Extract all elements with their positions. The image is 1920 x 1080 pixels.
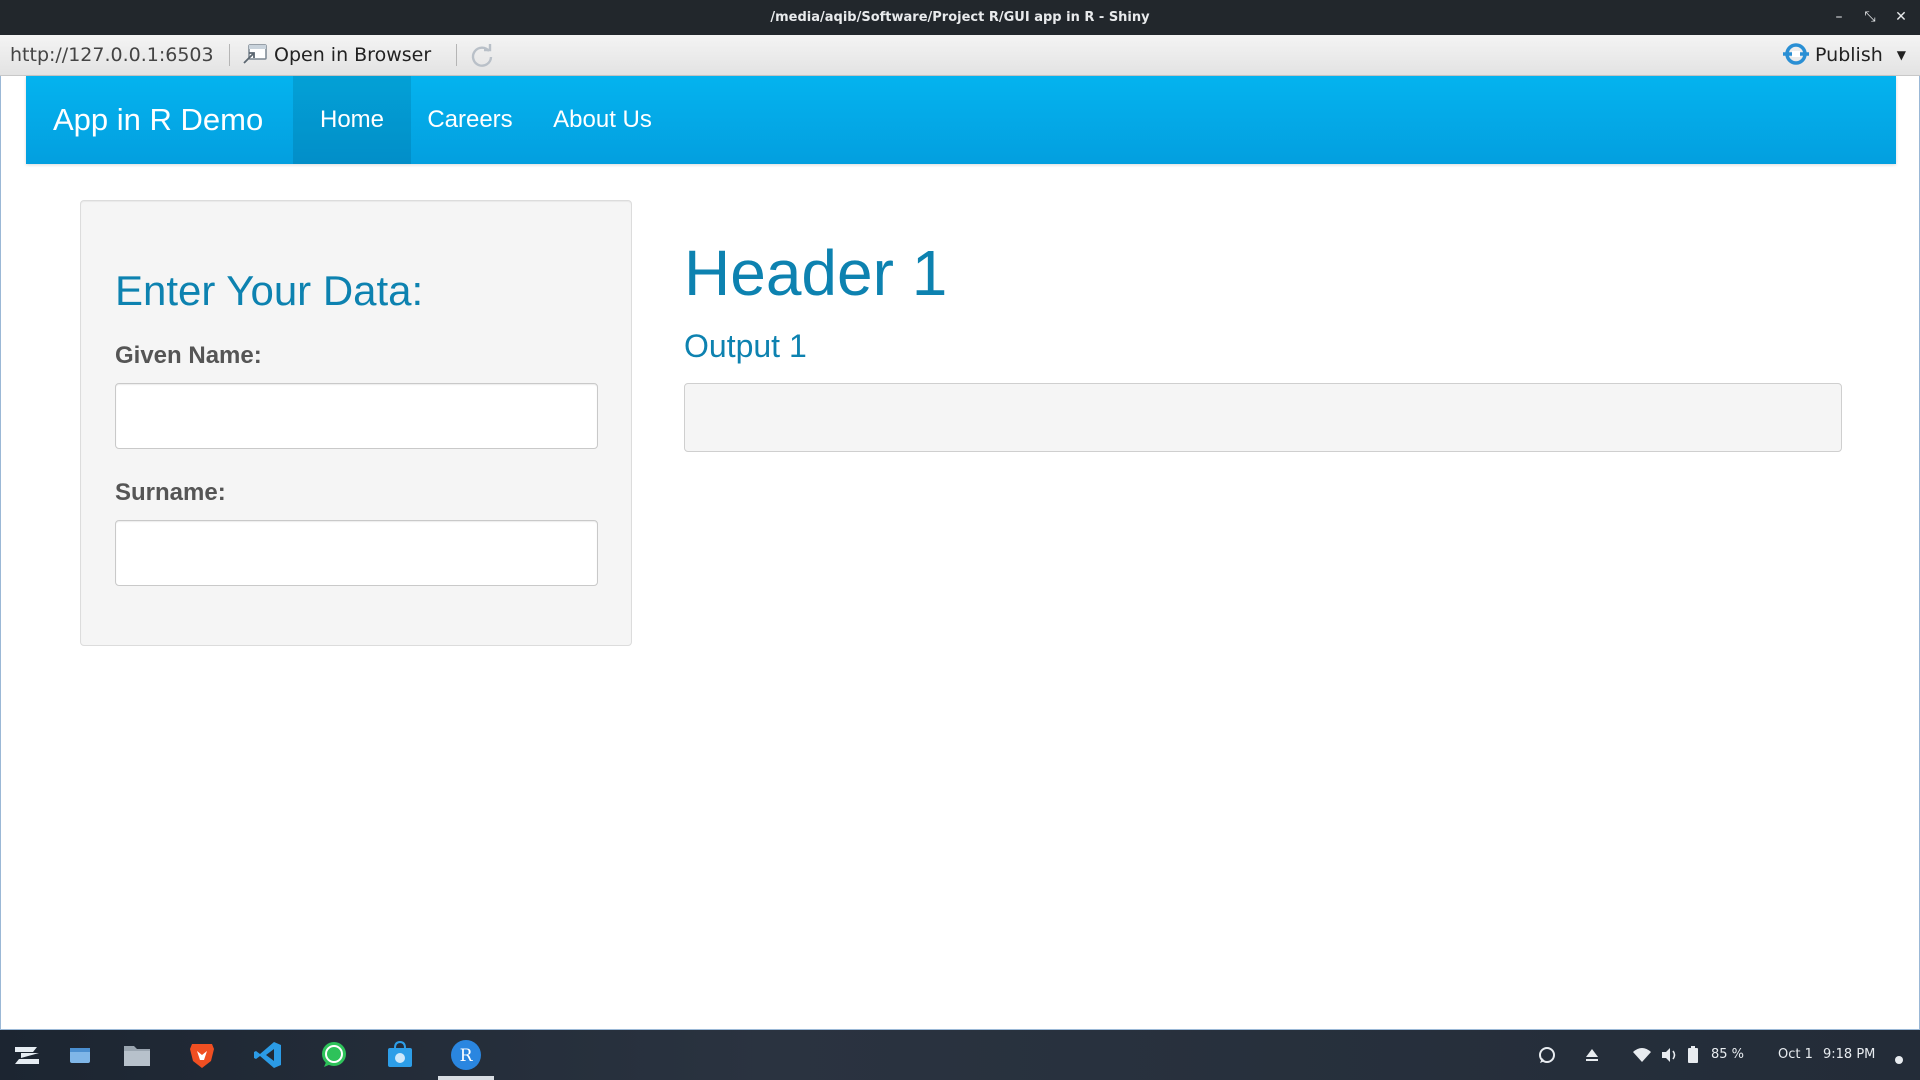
shiny-app-viewport: App in R Demo Home Careers About Us Ente…	[0, 76, 1920, 1030]
window-titlebar: /media/aqib/Software/Project R/GUI app i…	[0, 0, 1920, 35]
viewer-toolbar: http://127.0.0.1:6503 Open in Browser Pu…	[0, 35, 1920, 76]
main-header: Header 1	[684, 237, 948, 309]
battery-icon[interactable]	[1686, 1045, 1700, 1065]
output-heading: Output 1	[684, 328, 807, 364]
store-icon[interactable]	[384, 1039, 416, 1071]
given-name-input[interactable]	[115, 383, 598, 449]
zorin-menu-icon[interactable]	[11, 1039, 43, 1071]
tab-home[interactable]: Home	[293, 76, 411, 164]
file-manager-icon[interactable]	[121, 1039, 153, 1071]
notification-dot-icon[interactable]	[1895, 1051, 1903, 1064]
eject-icon[interactable]	[1582, 1045, 1602, 1065]
sidebar-panel: Enter Your Data: Given Name: Surname:	[80, 200, 632, 646]
sidebar-heading: Enter Your Data:	[115, 267, 424, 314]
toolbar-divider	[229, 44, 230, 66]
tab-careers[interactable]: Careers	[411, 76, 529, 164]
toolbar-divider	[456, 44, 457, 66]
files-icon[interactable]	[64, 1039, 96, 1071]
navbar-brand[interactable]: App in R Demo	[53, 76, 263, 164]
tab-about-us[interactable]: About Us	[529, 76, 676, 164]
open-in-browser-icon	[242, 39, 268, 64]
vscode-icon[interactable]	[252, 1039, 284, 1071]
active-app-indicator	[438, 1076, 494, 1080]
window-title: /media/aqib/Software/Project R/GUI app i…	[770, 10, 1150, 25]
battery-percentage: 85 %	[1711, 1047, 1745, 1062]
open-in-browser-label: Open in Browser	[274, 44, 432, 66]
tray-clock[interactable]: 9:18 PM	[1823, 1030, 1875, 1080]
r-icon[interactable]: R	[450, 1039, 482, 1071]
chevron-down-icon[interactable]: ▼	[1897, 35, 1906, 75]
taskbar: R 85 % Oct 1 9:18 PM	[0, 1030, 1920, 1080]
wifi-icon[interactable]	[1632, 1045, 1652, 1065]
restore-button[interactable]: ⤡	[1855, 0, 1885, 35]
publish-label: Publish	[1815, 44, 1883, 66]
minimize-button[interactable]: –	[1824, 0, 1854, 35]
publish-button[interactable]: Publish ▼	[1781, 35, 1906, 75]
url-display[interactable]: http://127.0.0.1:6503	[10, 35, 214, 75]
navbar: App in R Demo Home Careers About Us	[26, 76, 1896, 164]
whatsapp-icon[interactable]	[318, 1039, 350, 1071]
refresh-icon[interactable]	[468, 42, 496, 70]
surname-input[interactable]	[115, 520, 598, 586]
tray-date[interactable]: Oct 1	[1778, 1030, 1813, 1080]
given-name-label: Given Name:	[115, 342, 262, 369]
svg-text:R: R	[460, 1046, 474, 1066]
output-box	[684, 383, 1842, 452]
brave-icon[interactable]	[186, 1039, 218, 1071]
volume-icon[interactable]	[1659, 1045, 1679, 1065]
open-in-browser-button[interactable]: Open in Browser	[242, 35, 431, 75]
whatsapp-tray-icon[interactable]	[1537, 1045, 1557, 1065]
surname-label: Surname:	[115, 479, 226, 506]
publish-icon	[1781, 40, 1811, 65]
close-button[interactable]: ✕	[1886, 0, 1916, 35]
